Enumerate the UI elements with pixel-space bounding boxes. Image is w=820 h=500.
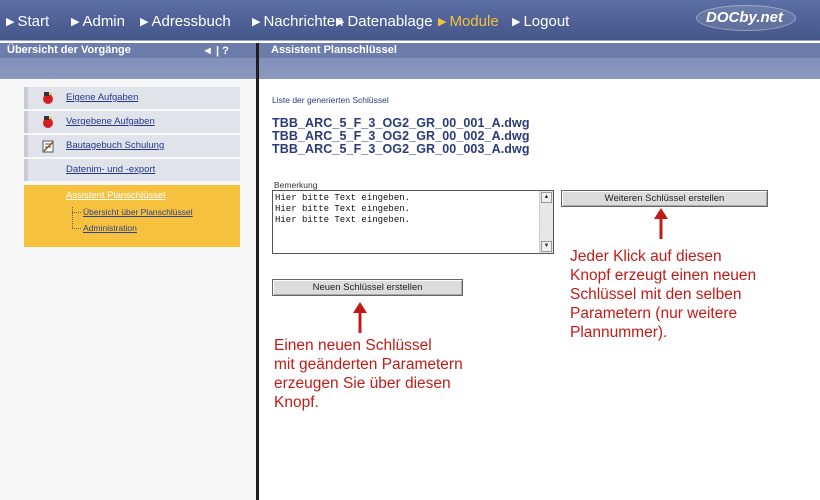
textarea-scrollbar[interactable]: ▲ ▼ bbox=[539, 191, 553, 253]
menu-item-eigene-aufgaben[interactable]: Eigene Aufgaben bbox=[24, 87, 240, 109]
play-triangle-icon: ▶ bbox=[6, 16, 15, 28]
menu-item-label: Assistent Planschlüssel bbox=[66, 190, 166, 201]
play-triangle-icon: ▶ bbox=[140, 16, 149, 28]
nav-admin[interactable]: ▶ Admin bbox=[71, 13, 125, 31]
remark-text[interactable]: Hier bitte Text eingeben. Hier bitte Tex… bbox=[275, 193, 410, 226]
nav-module[interactable]: ▶ Module bbox=[438, 13, 499, 31]
collapse-help-controls[interactable]: ◄ | ? bbox=[202, 45, 229, 57]
menu-item-label: Eigene Aufgaben bbox=[66, 92, 139, 103]
annotation-right-line: Schlüssel mit den selben bbox=[570, 286, 742, 303]
scroll-down-icon[interactable]: ▼ bbox=[541, 241, 552, 252]
menu-item-label: Vergebene Aufgaben bbox=[66, 116, 155, 127]
key-list-heading: Liste der generierten Schlüssel bbox=[272, 95, 389, 105]
create-more-keys-button[interactable]: Weiteren Schlüssel erstellen bbox=[561, 190, 768, 207]
menu-item-label: Datenim- und -export bbox=[66, 164, 156, 175]
nav-start[interactable]: ▶ Start bbox=[6, 13, 49, 31]
nav-datenablage[interactable]: ▶ Datenablage bbox=[336, 13, 433, 31]
submenu-uebersicht-planschluessel[interactable]: Übersicht über Planschlüssel bbox=[83, 207, 193, 217]
annotation-right-line: Jeder Klick auf diesen bbox=[570, 248, 722, 265]
tree-branch bbox=[72, 212, 81, 213]
left-panel-title: Übersicht der Vorgänge bbox=[7, 44, 131, 56]
generated-key-item: TBB_ARC_5_F_3_OG2_GR_00_001_A.dwg bbox=[272, 116, 530, 130]
annotation-arrow-up-icon bbox=[353, 302, 367, 333]
annotation-left-line: mit geänderten Parametern bbox=[274, 356, 463, 373]
generated-key-item: TBB_ARC_5_F_3_OG2_GR_00_003_A.dwg bbox=[272, 142, 530, 156]
task-icon bbox=[43, 116, 53, 128]
nav-nachrichten[interactable]: ▶ Nachrichten bbox=[252, 13, 344, 31]
create-new-key-button[interactable]: Neuen Schlüssel erstellen bbox=[272, 279, 463, 296]
menu-item-vergebene-aufgaben[interactable]: Vergebene Aufgaben bbox=[24, 111, 240, 133]
menu-item-datenim-export[interactable]: Datenim- und -export bbox=[24, 159, 240, 181]
annotation-arrow-up-icon bbox=[654, 208, 668, 239]
annotation-left-line: erzeugen Sie über diesen bbox=[274, 375, 451, 392]
remark-label: Bemerkung bbox=[274, 180, 318, 190]
remark-textarea[interactable]: Hier bitte Text eingeben. Hier bitte Tex… bbox=[272, 190, 554, 254]
notepad-icon bbox=[42, 140, 54, 153]
annotation-right-line: Plannummer). bbox=[570, 324, 668, 341]
nav-adressbuch[interactable]: ▶ Adressbuch bbox=[140, 13, 231, 31]
annotation-left-line: Knopf. bbox=[274, 394, 319, 411]
scroll-up-icon[interactable]: ▲ bbox=[541, 192, 552, 203]
annotation-right-line: Knopf erzeugt einen neuen bbox=[570, 267, 757, 284]
left-panel-controls[interactable]: ◄ | ? bbox=[202, 45, 229, 57]
tree-connector bbox=[72, 207, 73, 228]
annotation-right-line: Parametern (nur weitere bbox=[570, 305, 738, 322]
logo-text: DOCby.net bbox=[706, 9, 783, 26]
play-triangle-icon: ▶ bbox=[252, 16, 261, 28]
right-panel-header: Assistent Planschlüssel bbox=[259, 43, 820, 79]
docby-logo: DOCby.net bbox=[696, 5, 796, 31]
right-panel-title: Assistent Planschlüssel bbox=[271, 44, 397, 56]
tree-branch bbox=[72, 228, 81, 229]
play-triangle-icon: ▶ bbox=[71, 16, 80, 28]
panel-divider[interactable] bbox=[256, 43, 259, 500]
play-triangle-icon: ▶ bbox=[336, 16, 345, 28]
play-triangle-icon: ▶ bbox=[512, 16, 521, 28]
annotation-left-line: Einen neuen Schlüssel bbox=[274, 337, 432, 354]
left-panel-header: Übersicht der Vorgänge ◄ | ? bbox=[0, 43, 256, 79]
task-icon bbox=[43, 92, 53, 104]
nav-logout[interactable]: ▶ Logout bbox=[512, 13, 569, 31]
play-triangle-icon: ▶ bbox=[438, 16, 447, 28]
submenu-administration[interactable]: Administration bbox=[83, 223, 137, 233]
generated-key-item: TBB_ARC_5_F_3_OG2_GR_00_002_A.dwg bbox=[272, 129, 530, 143]
menu-item-bautagebuch-schulung[interactable]: Bautagebuch Schulung bbox=[24, 135, 240, 157]
menu-item-label: Bautagebuch Schulung bbox=[66, 140, 165, 151]
top-navigation-bar: ▶ Start ▶ Admin ▶ Adressbuch ▶ Nachrichten ▶… bbox=[0, 0, 820, 41]
